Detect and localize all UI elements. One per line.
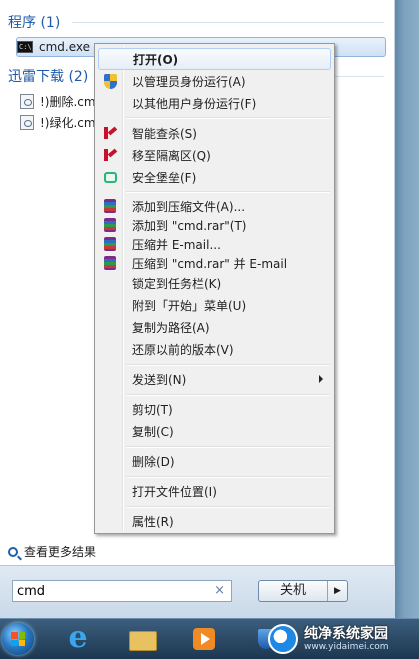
script-file-icon — [20, 114, 34, 130]
menu-item-quarantine[interactable]: 移至隔离区(Q) — [98, 144, 331, 166]
group-header-programs: 程序 (1) — [8, 15, 61, 31]
winrar-icon — [104, 256, 116, 270]
menu-separator — [126, 364, 330, 366]
menu-separator — [126, 117, 330, 119]
start-menu-bottom-bar: × 关机 ▶ — [0, 565, 395, 619]
submenu-arrow-icon — [319, 375, 323, 383]
search-box: × — [12, 580, 232, 602]
menu-separator — [126, 191, 330, 193]
watermark-logo-icon — [268, 624, 298, 654]
vault-icon — [103, 171, 117, 183]
menu-item-compress-to-cmd-rar-email[interactable]: 压缩到 "cmd.rar" 并 E-mail — [98, 252, 331, 274]
kingsoft-k-icon — [104, 127, 116, 139]
menu-separator — [126, 446, 330, 448]
group-header-xunlei: 迅雷下载 (2) — [8, 69, 89, 85]
menu-item-smart-scan[interactable]: 智能查杀(S) — [98, 122, 331, 144]
file-explorer-icon[interactable] — [126, 623, 158, 655]
internet-explorer-icon[interactable]: e — [62, 623, 94, 655]
watermark: 纯净系统家园 www.yidaimei.com — [268, 620, 418, 658]
menu-item-restore-previous-versions[interactable]: 还原以前的版本(V) — [98, 338, 331, 360]
menu-item-copy-as-path[interactable]: 复制为路径(A) — [98, 316, 331, 338]
see-more-label: 查看更多结果 — [24, 545, 97, 559]
clear-search-icon[interactable]: × — [214, 583, 225, 598]
group-divider — [72, 22, 384, 23]
menu-item-delete[interactable]: 删除(D) — [98, 450, 331, 472]
menu-item-send-to[interactable]: 发送到(N) — [98, 368, 331, 390]
menu-item-pin-to-start[interactable]: 附到「开始」菜单(U) — [98, 294, 331, 316]
shutdown-button[interactable]: 关机 — [259, 581, 328, 601]
search-input[interactable] — [17, 583, 207, 599]
see-more-results-link[interactable]: 查看更多结果 — [8, 543, 96, 560]
menu-separator — [126, 506, 330, 508]
menu-item-cut[interactable]: 剪切(T) — [98, 398, 331, 420]
watermark-url: www.yidaimei.com — [304, 641, 389, 652]
menu-separator — [126, 476, 330, 478]
result-label: cmd.exe — [39, 40, 91, 54]
shutdown-options-arrow-icon[interactable]: ▶ — [328, 581, 347, 601]
menu-item-security-vault[interactable]: 安全堡垒(F) — [98, 166, 331, 188]
menu-item-open[interactable]: 打开(O) — [98, 48, 331, 70]
menu-item-properties[interactable]: 属性(R) — [98, 510, 331, 532]
watermark-title: 纯净系统家园 — [304, 625, 388, 642]
cmd-icon: C:\ — [17, 41, 33, 53]
shutdown-button-group: 关机 ▶ — [258, 580, 348, 602]
context-menu: 打开(O) 以管理员身份运行(A) 以其他用户身份运行(F) 智能查杀(S) 移… — [94, 43, 335, 534]
start-orb-icon[interactable] — [2, 623, 34, 655]
kingsoft-k-icon — [104, 149, 116, 161]
start-menu-right-pane — [395, 0, 419, 618]
menu-separator — [126, 394, 330, 396]
script-file-icon — [20, 93, 34, 109]
winrar-icon — [104, 237, 116, 251]
winrar-icon — [104, 218, 116, 232]
menu-item-pin-to-taskbar[interactable]: 锁定到任务栏(K) — [98, 272, 331, 294]
menu-item-copy[interactable]: 复制(C) — [98, 420, 331, 442]
menu-item-run-as-other-user[interactable]: 以其他用户身份运行(F) — [98, 92, 331, 114]
menu-item-open-file-location[interactable]: 打开文件位置(I) — [98, 480, 331, 502]
menu-item-run-as-admin[interactable]: 以管理员身份运行(A) — [98, 70, 331, 92]
search-icon — [8, 546, 18, 557]
uac-shield-icon — [103, 73, 117, 89]
winrar-icon — [104, 199, 116, 213]
media-player-icon[interactable] — [188, 623, 220, 655]
